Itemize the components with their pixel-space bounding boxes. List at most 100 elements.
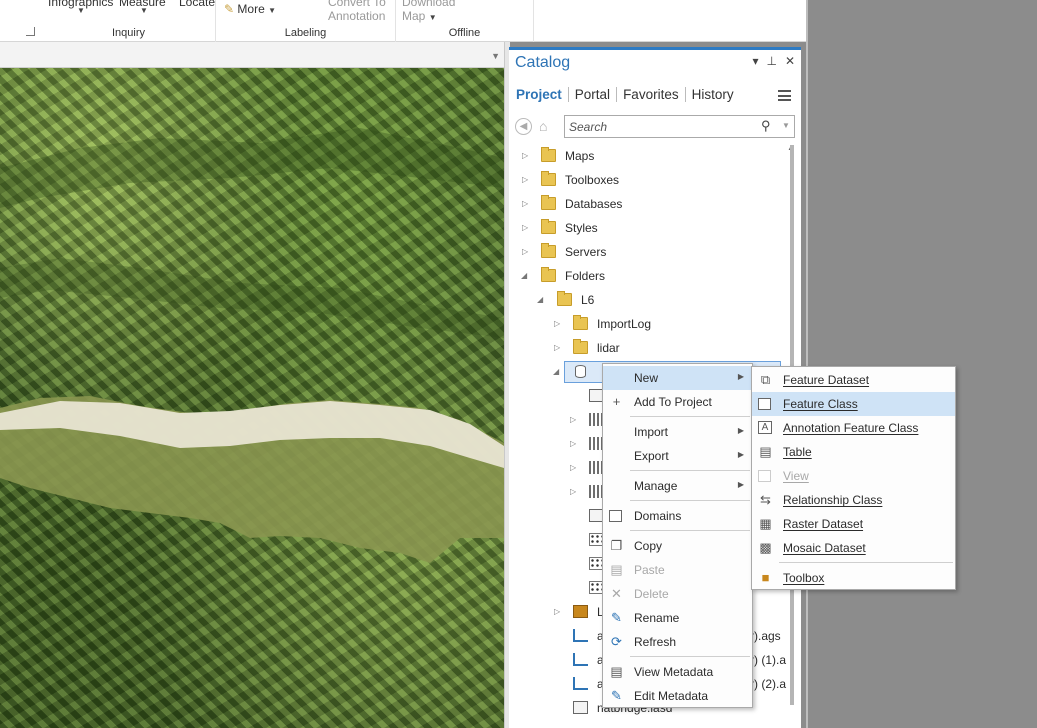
- chevron-down-icon[interactable]: ▼: [140, 6, 148, 15]
- more-button[interactable]: ✎ More ▼: [224, 2, 276, 16]
- menu-item-new[interactable]: New ▶: [603, 366, 752, 390]
- collapse-icon[interactable]: ◢: [521, 271, 527, 280]
- menu-item-label: Domains: [634, 509, 682, 523]
- menu-item-delete[interactable]: ✕ Delete: [603, 582, 752, 606]
- submenu-arrow-icon: ▶: [737, 372, 744, 381]
- catalog-tabs: Project Portal Favorites History: [516, 87, 740, 102]
- menu-item-mosaic-dataset[interactable]: ▩ Mosaic Dataset: [752, 536, 955, 560]
- menu-item-edit-metadata[interactable]: ✎ Edit Metadata: [603, 684, 752, 708]
- tab-favorites[interactable]: Favorites: [617, 87, 686, 102]
- menu-icon[interactable]: [778, 90, 791, 101]
- menu-item-manage[interactable]: Manage ▶: [603, 474, 752, 498]
- chevron-down-icon: ▼: [428, 13, 437, 22]
- menu-item-paste[interactable]: ▤ Paste: [603, 558, 752, 582]
- chevron-down-icon[interactable]: ▼: [491, 51, 500, 61]
- menu-item-refresh[interactable]: ⟳ Refresh: [603, 630, 752, 654]
- tree-item-label: lidar: [597, 341, 620, 355]
- table-icon: ▤: [759, 444, 772, 459]
- tree-item-maps[interactable]: ▷ Maps: [509, 145, 791, 167]
- tree-item-label: Folders: [565, 269, 606, 283]
- submenu-arrow-icon: ▶: [737, 480, 744, 489]
- download-label: Download: [402, 0, 456, 9]
- tree-item-lidar[interactable]: ▷ lidar: [509, 337, 791, 359]
- tree-item-styles[interactable]: ▷ Styles: [509, 217, 791, 239]
- menu-item-domains[interactable]: Domains: [603, 504, 752, 528]
- expand-icon[interactable]: ▷: [522, 151, 528, 160]
- expand-icon[interactable]: ▷: [570, 463, 576, 472]
- close-icon[interactable]: ✕: [785, 54, 795, 68]
- copy-icon: ❐: [610, 538, 623, 553]
- menu-item-feature-class[interactable]: Feature Class: [752, 392, 955, 416]
- back-arrow-icon[interactable]: ◀: [515, 118, 532, 135]
- menu-item-label: Edit Metadata: [634, 689, 709, 703]
- convert-to-annotation-button[interactable]: Convert To Annotation: [328, 0, 386, 23]
- tree-item-label: Maps: [565, 149, 595, 163]
- paste-icon: ▤: [610, 562, 623, 577]
- chevron-down-icon[interactable]: ▼: [77, 6, 85, 15]
- server-connection-icon: [573, 653, 588, 666]
- menu-item-export[interactable]: Export ▶: [603, 444, 752, 468]
- expand-icon[interactable]: ▷: [522, 223, 528, 232]
- tab-history[interactable]: History: [686, 87, 740, 102]
- expand-icon[interactable]: ▷: [554, 343, 560, 352]
- menu-item-view-metadata[interactable]: ▤ View Metadata: [603, 660, 752, 684]
- menu-item-annotation-feature-class[interactable]: A Annotation Feature Class: [752, 416, 955, 440]
- offline-group-label: Offline: [448, 27, 481, 39]
- toolbox-icon: [573, 605, 588, 618]
- desktop-background: [808, 0, 1037, 728]
- tab-project[interactable]: Project: [516, 87, 569, 102]
- menu-item-feature-dataset[interactable]: ⧉ Feature Dataset: [752, 368, 955, 392]
- catalog-title: Catalog: [515, 54, 571, 71]
- domains-icon: [609, 510, 622, 522]
- chevron-down-icon[interactable]: ▼: [782, 121, 790, 130]
- menu-item-copy[interactable]: ❐ Copy: [603, 534, 752, 558]
- dialog-launcher-icon[interactable]: [26, 27, 35, 36]
- menu-item-import[interactable]: Import ▶: [603, 420, 752, 444]
- menu-item-view[interactable]: View: [752, 464, 955, 488]
- folder-icon: [573, 315, 588, 330]
- expand-icon[interactable]: ▷: [570, 415, 576, 424]
- expand-icon[interactable]: ▷: [554, 319, 560, 328]
- expand-icon[interactable]: ▷: [522, 175, 528, 184]
- expand-icon[interactable]: ▷: [570, 487, 576, 496]
- maps-folder-icon: [541, 147, 556, 162]
- download-map-button[interactable]: Download Map ▼: [402, 0, 455, 23]
- tree-item-importlog[interactable]: ▷ ImportLog: [509, 313, 791, 335]
- pane-controls: ▾ ⊥ ✕: [744, 54, 795, 68]
- tree-item-l6[interactable]: ◢ L6: [509, 289, 791, 311]
- menu-item-toolbox[interactable]: ■ Toolbox: [752, 566, 955, 590]
- search-icon[interactable]: ⚲: [761, 118, 771, 134]
- toolboxes-folder-icon: [541, 171, 556, 186]
- rename-pencil-icon: ✎: [611, 610, 622, 625]
- expand-icon[interactable]: ▷: [554, 607, 560, 616]
- menu-item-raster-dataset[interactable]: ▦ Raster Dataset: [752, 512, 955, 536]
- locate-button[interactable]: Locate: [179, 0, 215, 9]
- expand-icon[interactable]: ▷: [522, 199, 528, 208]
- tree-item-databases[interactable]: ▷ Databases: [509, 193, 791, 215]
- menu-item-add-to-project[interactable]: + Add To Project: [603, 390, 752, 414]
- pin-icon[interactable]: ⊥: [766, 54, 776, 68]
- collapse-icon[interactable]: ◢: [537, 295, 543, 304]
- expand-icon[interactable]: ▷: [522, 247, 528, 256]
- expand-icon[interactable]: ▷: [570, 439, 576, 448]
- menu-item-table[interactable]: ▤ Table: [752, 440, 955, 464]
- menu-item-relationship-class[interactable]: ⇆ Relationship Class: [752, 488, 955, 512]
- tree-item-label: Databases: [565, 197, 623, 211]
- map-view-3d-scene[interactable]: [0, 68, 504, 728]
- relationship-class-icon: ⇆: [760, 492, 771, 507]
- tree-item-servers[interactable]: ▷ Servers: [509, 241, 791, 263]
- menu-item-rename[interactable]: ✎ Rename: [603, 606, 752, 630]
- edit-metadata-icon: ✎: [611, 688, 622, 703]
- tree-item-toolboxes[interactable]: ▷ Toolboxes: [509, 169, 791, 191]
- tab-portal[interactable]: Portal: [569, 87, 618, 102]
- pane-options-icon[interactable]: ▾: [752, 54, 758, 68]
- collapse-icon[interactable]: ◢: [553, 367, 559, 376]
- tree-item-folders[interactable]: ◢ Folders: [509, 265, 791, 287]
- menu-separator: [630, 470, 750, 471]
- feature-class-icon: [758, 398, 771, 410]
- tree-item-label: Toolboxes: [565, 173, 620, 187]
- menu-item-label: Paste: [634, 563, 665, 577]
- home-icon[interactable]: ⌂: [539, 118, 547, 134]
- inquiry-group-label: Inquiry: [111, 27, 146, 39]
- plus-icon: +: [612, 394, 621, 409]
